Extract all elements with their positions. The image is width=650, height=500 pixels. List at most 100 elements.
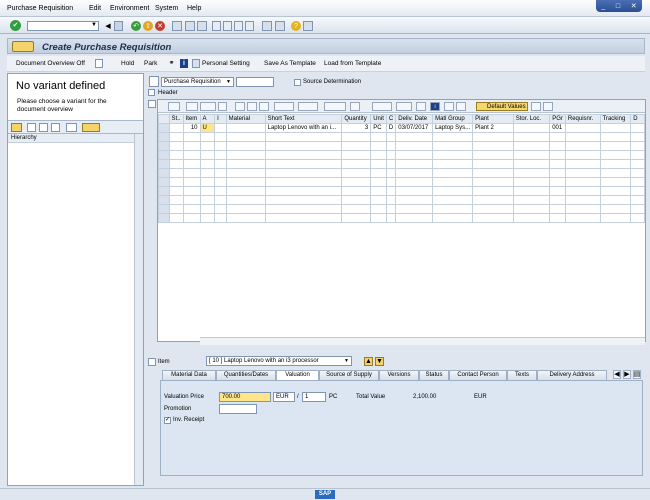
valuation-price-input[interactable]: 700.00 bbox=[219, 392, 271, 402]
table-cell[interactable] bbox=[472, 141, 514, 151]
table-cell[interactable] bbox=[564, 213, 601, 223]
table-cell[interactable] bbox=[225, 195, 266, 205]
column-header[interactable]: Quantity bbox=[341, 114, 372, 124]
table-cell[interactable] bbox=[370, 159, 387, 169]
table-cell[interactable]: 10 bbox=[182, 123, 201, 133]
table-cell[interactable] bbox=[630, 159, 645, 169]
table-cell[interactable] bbox=[385, 159, 397, 169]
table-cell[interactable] bbox=[395, 195, 434, 205]
table-cell[interactable] bbox=[199, 168, 216, 178]
table-cell[interactable] bbox=[385, 177, 397, 187]
table-cell[interactable] bbox=[630, 195, 645, 205]
table-cell[interactable] bbox=[564, 132, 601, 142]
table-cell[interactable] bbox=[432, 141, 474, 151]
table-cell[interactable] bbox=[549, 186, 566, 196]
table-cell[interactable] bbox=[472, 213, 514, 223]
table-row[interactable] bbox=[158, 177, 645, 187]
table-row[interactable] bbox=[158, 168, 645, 178]
tab-material-data[interactable]: Material Data bbox=[162, 370, 216, 380]
column-header[interactable]: Plant bbox=[472, 114, 514, 124]
table-cell[interactable] bbox=[225, 123, 266, 133]
table-cell[interactable] bbox=[370, 168, 387, 178]
table-cell[interactable] bbox=[341, 132, 372, 142]
scroll-tabs-right-icon[interactable]: ▶ bbox=[623, 370, 631, 379]
row-selector[interactable] bbox=[158, 168, 170, 178]
find-icon[interactable] bbox=[66, 123, 77, 132]
table-cell[interactable]: Laptop Lenovo with an i... bbox=[264, 123, 343, 133]
table-cell[interactable] bbox=[599, 177, 632, 187]
column-header[interactable]: Deliv. Date bbox=[395, 114, 434, 124]
open-icon[interactable] bbox=[27, 123, 36, 132]
table-cell[interactable] bbox=[168, 132, 184, 142]
table-cell[interactable] bbox=[264, 204, 343, 214]
column-header[interactable]: Unit bbox=[370, 114, 387, 124]
first-page-icon[interactable] bbox=[212, 21, 221, 31]
menu-help[interactable]: Help bbox=[187, 5, 201, 12]
table-row[interactable] bbox=[158, 159, 645, 169]
table-cell[interactable] bbox=[630, 123, 645, 133]
table-cell[interactable] bbox=[512, 186, 551, 196]
table-cell[interactable] bbox=[182, 177, 201, 187]
table-cell[interactable] bbox=[199, 213, 216, 223]
table-cell[interactable] bbox=[432, 132, 474, 142]
select-all-cell[interactable] bbox=[158, 114, 170, 124]
table-cell[interactable] bbox=[225, 150, 266, 160]
row-selector[interactable] bbox=[158, 159, 170, 169]
table-cell[interactable] bbox=[341, 159, 372, 169]
table-cell[interactable] bbox=[395, 132, 434, 142]
table-cell[interactable] bbox=[432, 177, 474, 187]
account-assignment-icon[interactable] bbox=[444, 102, 454, 111]
column-header[interactable]: C bbox=[385, 114, 397, 124]
close-icon[interactable]: ✕ bbox=[631, 2, 637, 10]
table-cell[interactable] bbox=[549, 177, 566, 187]
table-cell[interactable] bbox=[199, 195, 216, 205]
table-cell[interactable] bbox=[432, 204, 474, 214]
row-selector[interactable] bbox=[158, 177, 170, 187]
tab-quantities-dates[interactable]: Quantities/Dates bbox=[216, 370, 276, 380]
personal-settings-icon[interactable] bbox=[531, 102, 541, 111]
table-cell[interactable] bbox=[341, 204, 372, 214]
table-cell[interactable] bbox=[395, 150, 434, 160]
currency-input[interactable]: EUR bbox=[273, 392, 295, 402]
table-cell[interactable] bbox=[341, 168, 372, 178]
table-cell[interactable] bbox=[432, 213, 474, 223]
tab-status[interactable]: Status bbox=[419, 370, 449, 380]
details-icon[interactable] bbox=[168, 102, 180, 111]
table-cell[interactable] bbox=[264, 186, 343, 196]
table-cell[interactable] bbox=[264, 150, 343, 160]
table-cell[interactable] bbox=[395, 186, 434, 196]
table-cell[interactable] bbox=[199, 159, 216, 169]
exit-icon[interactable]: ⇧ bbox=[143, 21, 153, 31]
table-cell[interactable] bbox=[225, 168, 266, 178]
table-cell[interactable] bbox=[549, 195, 566, 205]
column-header[interactable]: Item bbox=[182, 114, 201, 124]
table-cell[interactable] bbox=[214, 177, 227, 187]
table-row[interactable]: 10 U Laptop Lenovo with an i... 3 PC D 0… bbox=[158, 123, 645, 133]
tab-versions[interactable]: Versions bbox=[379, 370, 419, 380]
dropdown-icon[interactable]: ▼ bbox=[344, 358, 349, 364]
table-row[interactable] bbox=[158, 213, 645, 223]
table-cell[interactable] bbox=[564, 177, 601, 187]
table-cell[interactable] bbox=[199, 177, 216, 187]
change-layout-icon[interactable] bbox=[543, 102, 553, 111]
table-cell[interactable] bbox=[182, 195, 201, 205]
column-header[interactable]: Requisnr. bbox=[564, 114, 601, 124]
shortcut-icon[interactable] bbox=[275, 21, 285, 31]
tab-texts[interactable]: Texts bbox=[507, 370, 537, 380]
table-cell[interactable] bbox=[370, 150, 387, 160]
table-cell[interactable] bbox=[225, 186, 266, 196]
row-selector[interactable] bbox=[158, 150, 170, 160]
table-cell[interactable] bbox=[630, 168, 645, 178]
table-cell[interactable] bbox=[199, 132, 216, 142]
command-field[interactable]: ▼ bbox=[27, 21, 99, 31]
next-item-icon[interactable]: ▼ bbox=[375, 357, 384, 366]
table-cell[interactable] bbox=[214, 150, 227, 160]
sort-ascending-icon[interactable] bbox=[235, 102, 245, 111]
expand-header-icon[interactable] bbox=[148, 89, 155, 96]
back-icon[interactable]: ↶ bbox=[131, 21, 141, 31]
table-cell[interactable] bbox=[549, 150, 566, 160]
table-cell[interactable] bbox=[214, 159, 227, 169]
load-from-template-button[interactable]: Load from Template bbox=[324, 60, 381, 67]
table-cell[interactable]: PC bbox=[370, 123, 387, 133]
table-cell[interactable] bbox=[385, 195, 397, 205]
